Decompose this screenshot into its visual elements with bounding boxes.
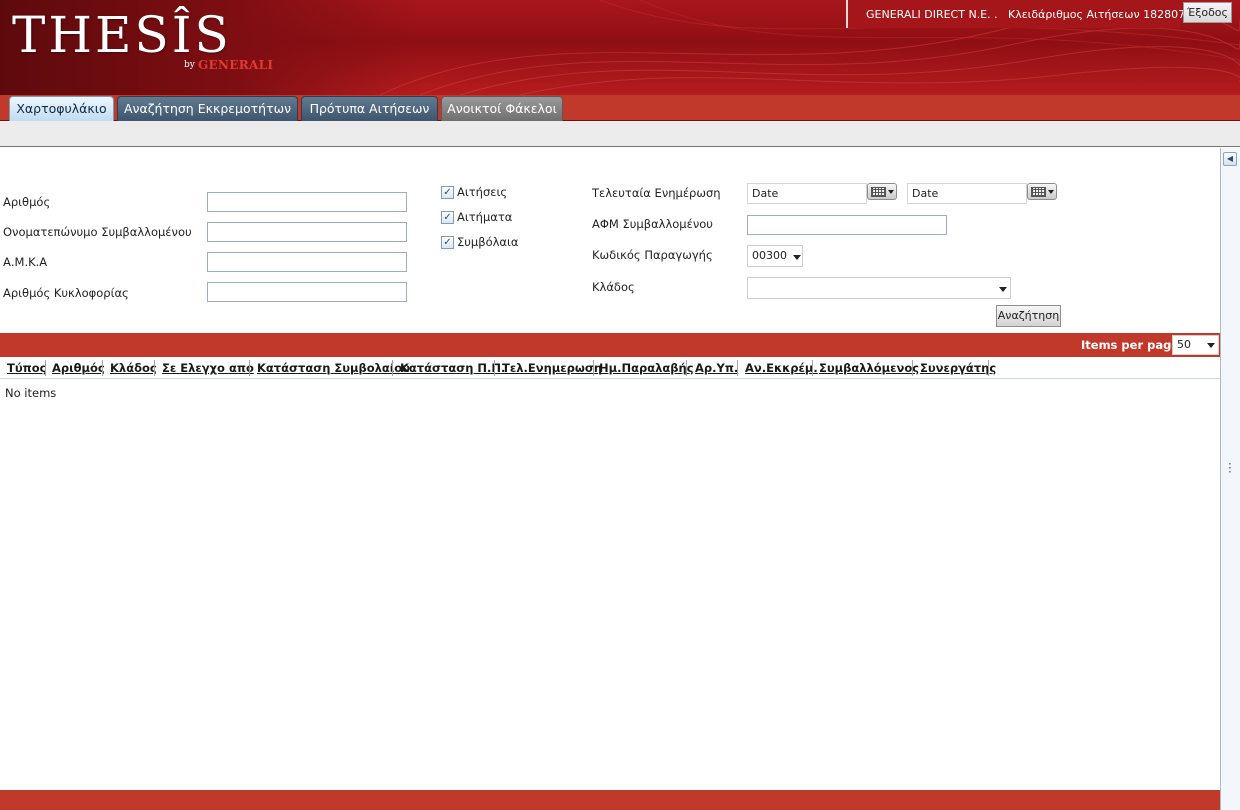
collapse-left-arrow-icon[interactable]: ◀ (1223, 152, 1237, 166)
column-policy-status[interactable]: Κατάσταση Συμβολαίου (257, 361, 410, 375)
column-pp-status[interactable]: Κατάσταση Π.Π. (400, 361, 505, 375)
chevron-down-icon (1207, 343, 1215, 348)
chevron-down-icon (888, 190, 894, 194)
app-header: THESÎS by GENERALI GENERALI DIRECT N.E. … (0, 0, 1240, 95)
production-code-value: 00300 (752, 249, 787, 262)
checkbox-policies[interactable]: ✓ Συμβόλαια (441, 235, 518, 249)
plate-label: Αριθμός Κυκλοφορίας (3, 286, 129, 300)
tab-portfolio[interactable]: Χαρτοφυλάκιο (9, 96, 114, 121)
check-icon[interactable]: ✓ (441, 210, 454, 224)
tab-request-templates[interactable]: Πρότυπα Αιτήσεων (301, 96, 438, 121)
column-divider (686, 360, 687, 376)
splitter-handle-icon[interactable]: · · · (1228, 458, 1232, 478)
column-divider (392, 360, 393, 376)
chevron-down-icon (999, 287, 1007, 292)
afm-label: ΑΦΜ Συμβαλλομένου (592, 217, 713, 231)
logo-by-text: by (184, 60, 195, 70)
exit-button[interactable]: Έξοδος (1183, 2, 1232, 23)
production-code-label: Κωδικός Παραγωγής (592, 248, 713, 262)
date-to-input[interactable]: Date (907, 183, 1027, 204)
column-number[interactable]: Αριθμός (52, 361, 105, 375)
checkbox-requests-label: Αιτήσεις (457, 185, 508, 199)
column-pending-count[interactable]: Αν.Εκκρέμ. (745, 361, 818, 375)
date-from-input[interactable]: Date (747, 183, 867, 204)
items-per-page-label: Items per page: (1081, 338, 1184, 352)
toolbar-strip (0, 121, 1240, 147)
calendar-icon (1031, 187, 1046, 197)
generali-logo: GENERALI (198, 58, 274, 72)
checkbox-claims[interactable]: ✓ Αιτήματα (441, 210, 512, 224)
request-key-text: Κλειδάριθμος Αιτήσεων 182807 (1008, 8, 1186, 21)
check-icon[interactable]: ✓ (441, 185, 454, 199)
column-divider (154, 360, 155, 376)
insured-name-input[interactable] (207, 222, 407, 242)
column-divider (737, 360, 738, 376)
tab-bar: Χαρτοφυλάκιο Αναζήτηση Εκκρεμοτήτων Πρότ… (0, 95, 1240, 121)
calendar-from-button[interactable] (867, 183, 897, 200)
empty-results-text: No items (5, 386, 57, 400)
checkbox-requests[interactable]: ✓ Αιτήσεις (441, 185, 507, 199)
thesis-logo: THESÎS (12, 6, 232, 64)
number-input[interactable] (207, 192, 407, 212)
calendar-to-button[interactable] (1027, 183, 1057, 200)
column-branch[interactable]: Κλάδος (110, 361, 157, 375)
column-partner[interactable]: Συνεργάτης (920, 361, 996, 375)
column-divider (988, 360, 989, 376)
column-divider (45, 360, 46, 376)
production-code-select[interactable]: 00300 (747, 245, 803, 267)
check-icon[interactable]: ✓ (441, 235, 454, 249)
afm-input[interactable] (747, 215, 947, 235)
number-label: Αριθμός (3, 195, 51, 209)
amka-input[interactable] (207, 252, 407, 272)
column-divider (812, 360, 813, 376)
column-divider (102, 360, 103, 376)
pager-bar (0, 333, 1220, 357)
column-divider (912, 360, 913, 376)
items-per-page-select[interactable]: 50 (1172, 335, 1219, 355)
column-insured[interactable]: Συμβαλλόμενος (819, 361, 919, 375)
footer-bar (0, 790, 1220, 810)
items-per-page-value: 50 (1177, 338, 1191, 351)
column-receipt-date[interactable]: Ημ.Παραλαβής (599, 361, 694, 375)
branch-select[interactable] (747, 277, 1011, 299)
tab-open-folders[interactable]: Ανοικτοί Φάκελοι (441, 96, 563, 121)
column-divider (249, 360, 250, 376)
tab-pending-search[interactable]: Αναζήτηση Εκκρεμοτήτων (117, 96, 298, 121)
side-panel-bar (1220, 148, 1240, 810)
column-sub-number[interactable]: Αρ.Υπ. (695, 361, 738, 375)
column-divider (593, 360, 594, 376)
column-under-review[interactable]: Σε Ελεγχο απο (162, 361, 254, 375)
branch-label: Κλάδος (592, 280, 635, 294)
column-last-update[interactable]: Τελ.Ενημερωση (502, 361, 602, 375)
search-button[interactable]: Αναζήτηση (996, 305, 1061, 327)
chevron-down-icon (1048, 190, 1054, 194)
last-update-label: Τελευταία Ενημέρωση (592, 186, 721, 200)
plate-input[interactable] (207, 282, 407, 302)
checkbox-claims-label: Αιτήματα (457, 210, 513, 224)
company-name: GENERALI DIRECT N.E. . (866, 8, 998, 21)
amka-label: Α.Μ.Κ.Α (3, 255, 48, 269)
insured-name-label: Ονοματεπώνυμο Συμβαλλομένου (3, 225, 192, 239)
checkbox-policies-label: Συμβόλαια (457, 235, 519, 249)
column-type[interactable]: Τύπος (7, 361, 46, 375)
chevron-down-icon (793, 255, 801, 260)
calendar-icon (871, 187, 886, 197)
column-divider (494, 360, 495, 376)
